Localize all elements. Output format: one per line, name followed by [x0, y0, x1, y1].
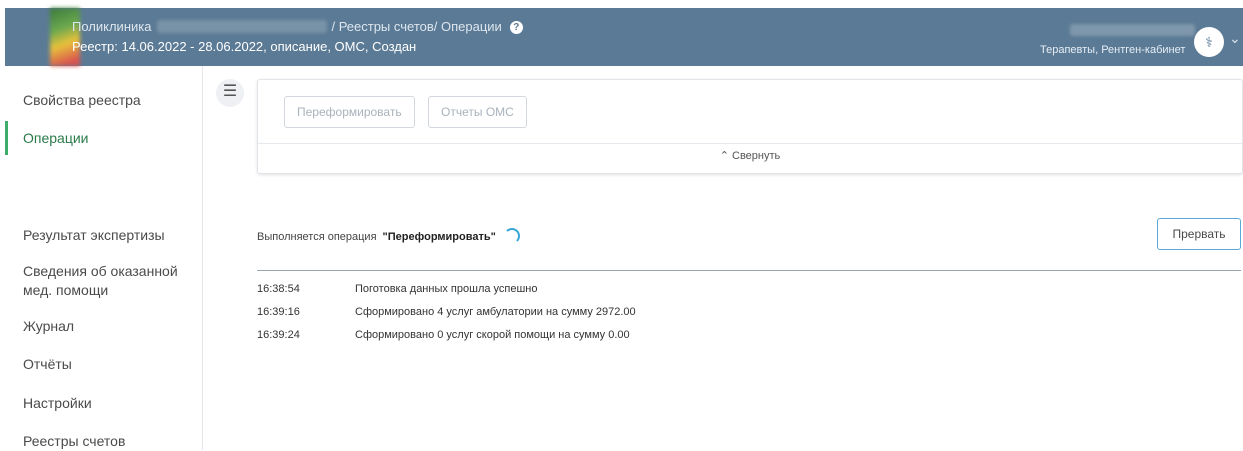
stethoscope-icon[interactable]: ⚕ [1194, 27, 1224, 57]
operation-status: Выполняется операция "Переформировать" [257, 228, 520, 244]
department-name: Терапевты, Рентген-кабинет [1040, 44, 1186, 56]
log-message: Сформировано 0 услуг скорой помощи на су… [355, 329, 630, 341]
collapse-label: Свернуть [732, 150, 781, 162]
user-name-redacted [1070, 24, 1195, 36]
active-indicator [5, 121, 8, 155]
sidebar-item-settings[interactable]: Настройки [23, 394, 92, 413]
sidebar-item-invoice-registries[interactable]: Реестры счетов [23, 432, 125, 451]
log-row: 16:39:16 Сформировано 4 услуг амбулатории… [257, 306, 636, 318]
reform-button[interactable]: Переформировать [284, 96, 415, 128]
header-breadcrumb-line: Поликлиника / Реестры счетов/ Операции? [72, 19, 523, 34]
log-time: 16:39:24 [257, 329, 300, 341]
breadcrumb[interactable]: / Реестры счетов/ Операции [331, 19, 501, 34]
actions-panel: Переформировать Отчеты ОМС ⌃ Свернуть [257, 79, 1243, 174]
log-time: 16:39:16 [257, 306, 300, 318]
sidebar-item-reports[interactable]: Отчёты [23, 355, 72, 374]
log-message: Сформировано 4 услуг амбулатории на сумм… [355, 306, 636, 318]
log-time: 16:38:54 [257, 283, 300, 295]
registry-label: Реестр: [72, 39, 118, 54]
log-divider [257, 270, 1241, 271]
sidebar-item-medical-care-info[interactable]: Сведения об оказанной мед. помощи [23, 262, 193, 300]
org-name-redacted [157, 20, 328, 33]
abort-button[interactable]: Прервать [1157, 218, 1241, 250]
sidebar-item-operations[interactable]: Операции [23, 129, 89, 148]
help-icon[interactable]: ? [509, 21, 523, 34]
menu-toggle-icon[interactable]: ☰ [216, 79, 244, 107]
log-message: Поготовка данных прошла успешно [355, 283, 538, 295]
collapse-toggle[interactable]: ⌃ Свернуть [258, 149, 1242, 162]
org-name: Поликлиника [72, 19, 152, 34]
sidebar-item-journal[interactable]: Журнал [23, 317, 74, 336]
sidebar-item-expertise-result[interactable]: Результат экспертизы [23, 226, 165, 245]
chevron-up-icon: ⌃ [719, 150, 729, 162]
app-header: Поликлиника / Реестры счетов/ Операции? Р… [5, 8, 1243, 66]
chevron-down-icon[interactable]: ⌄ [1229, 30, 1241, 47]
log-row: 16:39:24 Сформировано 0 услуг скорой помо… [257, 329, 630, 341]
operation-name: "Переформировать" [382, 231, 496, 243]
sidebar: Свойства реестра Операции Результат эксп… [0, 66, 203, 450]
registry-value: 14.06.2022 - 28.06.2022, описание, ОМС, … [121, 39, 417, 54]
operation-prefix: Выполняется операция [257, 231, 377, 243]
oms-reports-button[interactable]: Отчеты ОМС [428, 96, 527, 128]
panel-divider [258, 143, 1242, 144]
registry-info: Реестр: 14.06.2022 - 28.06.2022, описани… [72, 39, 416, 54]
sidebar-item-registry-properties[interactable]: Свойства реестра [23, 91, 141, 110]
clinic-logo [50, 8, 80, 66]
loading-spinner-icon [503, 228, 520, 244]
log-row: 16:38:54 Поготовка данных прошла успешно [257, 283, 538, 295]
